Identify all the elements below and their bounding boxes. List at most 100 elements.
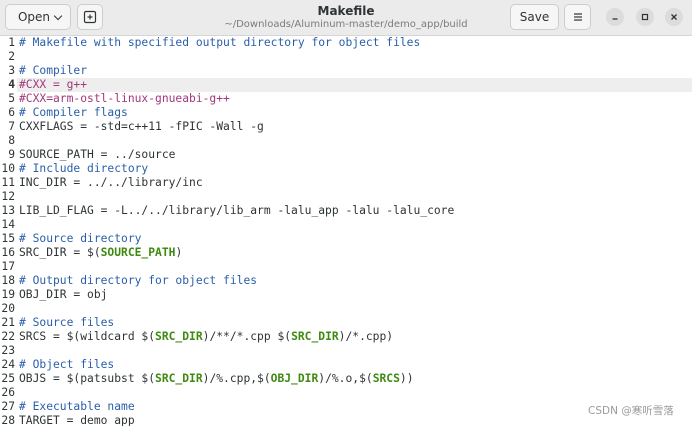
code-token: )/%.cpp,$( xyxy=(202,372,271,385)
save-button[interactable]: Save xyxy=(510,4,559,30)
code-line[interactable]: 11 INC_DIR = ../../library/inc xyxy=(0,176,692,190)
line-text: # Object files xyxy=(19,358,114,372)
line-number: 24 xyxy=(1,358,15,371)
line-text: # Compiler xyxy=(19,64,87,78)
comment-token: # Executable name xyxy=(19,400,135,413)
line-number: 19 xyxy=(1,288,15,301)
line-text: #CXX=arm-ostl-linux-gnueabi-g++ xyxy=(19,92,230,106)
code-editor[interactable]: 1 # Makefile with specified output direct… xyxy=(0,36,692,426)
variable-token: SRC_DIR xyxy=(155,372,203,385)
document-title: Makefile xyxy=(317,4,375,18)
code-line[interactable]: 1 # Makefile with specified output direct… xyxy=(0,36,692,50)
variable-token: SRC_DIR xyxy=(155,330,203,343)
code-token: )/*.cpp) xyxy=(338,330,394,343)
line-number: 22 xyxy=(1,330,15,343)
menu-button[interactable] xyxy=(564,4,591,30)
minimize-button[interactable] xyxy=(606,8,624,26)
code-line[interactable]: 7 CXXFLAGS = -std=c++11 -fPIC -Wall -g xyxy=(0,120,692,134)
line-text: # Executable name xyxy=(19,400,135,414)
code-token: CXXFLAGS = -std=c++11 -fPIC -Wall -g xyxy=(19,120,264,133)
code-token: ) xyxy=(175,246,183,259)
maximize-button[interactable] xyxy=(636,8,654,26)
line-number: 5 xyxy=(8,92,15,105)
code-token: SRCS = $(wildcard $( xyxy=(19,330,156,343)
line-number: 15 xyxy=(1,232,15,245)
line-number: 11 xyxy=(1,176,15,189)
code-token: LIB_LD_FLAG = -L../../library/lib_arm -l… xyxy=(19,204,455,217)
code-token: )/**/*.cpp $( xyxy=(202,330,292,343)
code-line[interactable]: 12 xyxy=(0,190,692,204)
line-text: # Output directory for object files xyxy=(19,274,257,288)
variable-token: OBJ_DIR xyxy=(270,372,319,385)
line-number: 26 xyxy=(1,386,15,399)
preprocessor-token: #CXX = g++ xyxy=(19,78,88,91)
code-line[interactable]: 5 #CXX=arm-ostl-linux-gnueabi-g++ xyxy=(0,92,692,106)
line-text: # Source files xyxy=(19,316,114,330)
code-line[interactable]: 20 xyxy=(0,302,692,316)
code-token: )/%.o,$( xyxy=(318,372,373,385)
code-line[interactable]: 2 xyxy=(0,50,692,64)
code-line[interactable]: 25 OBJS = $(patsubst $(SRC_DIR)/%.cpp,$(O… xyxy=(0,372,692,386)
code-line[interactable]: 8 xyxy=(0,134,692,148)
line-number: 16 xyxy=(1,246,15,259)
code-token: SRC_DIR = $( xyxy=(19,246,101,259)
line-text: OBJS = $(patsubst $(SRC_DIR)/%.cpp,$(OBJ… xyxy=(19,372,414,386)
line-text: TARGET = demo_app xyxy=(19,414,135,426)
code-line[interactable]: 9 SOURCE_PATH = ../source xyxy=(0,148,692,162)
line-number: 12 xyxy=(1,190,15,203)
line-text: # Include directory xyxy=(19,162,148,176)
line-number: 4 xyxy=(8,78,15,91)
line-number: 20 xyxy=(1,302,15,315)
line-text: LIB_LD_FLAG = -L../../library/lib_arm -l… xyxy=(19,204,454,218)
code-token: )) xyxy=(399,372,414,385)
code-line[interactable]: 10 # Include directory xyxy=(0,162,692,176)
line-text: CXXFLAGS = -std=c++11 -fPIC -Wall -g xyxy=(19,120,264,134)
line-number: 13 xyxy=(1,204,15,217)
code-token: OBJ_DIR = obj xyxy=(19,288,108,301)
variable-token: SRC_DIR xyxy=(291,330,339,343)
open-button-label: Open xyxy=(17,10,51,24)
preprocessor-token: #CXX=arm-ostl-linux-gnueabi-g++ xyxy=(19,92,230,105)
line-number: 27 xyxy=(1,400,15,413)
line-number: 18 xyxy=(1,274,15,287)
line-text: #CXX = g++ xyxy=(19,78,87,92)
line-number: 3 xyxy=(8,64,15,77)
code-line[interactable]: 14 xyxy=(0,218,692,232)
open-button[interactable]: Open xyxy=(5,4,71,30)
code-line[interactable]: 19 OBJ_DIR = obj xyxy=(0,288,692,302)
window-title: Makefile ~/Downloads/Aluminum-master/dem… xyxy=(200,4,492,31)
comment-token: # Output directory for object files xyxy=(19,274,258,287)
close-button[interactable] xyxy=(665,8,683,26)
code-line[interactable]: 22 SRCS = $(wildcard $(SRC_DIR)/**/*.cpp … xyxy=(0,330,692,344)
code-line[interactable]: 26 xyxy=(0,386,692,400)
code-line[interactable]: 24 # Object files xyxy=(0,358,692,372)
code-line[interactable]: 16 SRC_DIR = $(SOURCE_PATH) xyxy=(0,246,692,260)
code-line[interactable]: 6 # Compiler flags xyxy=(0,106,692,120)
code-line[interactable]: 3 # Compiler xyxy=(0,64,692,78)
code-line[interactable]: 17 xyxy=(0,260,692,274)
code-line[interactable]: 13 LIB_LD_FLAG = -L../../library/lib_arm … xyxy=(0,204,692,218)
code-token: OBJS = $(patsubst $( xyxy=(19,372,156,385)
hamburger-menu-icon xyxy=(573,13,582,21)
line-text: SRC_DIR = $(SOURCE_PATH) xyxy=(19,246,182,260)
code-line[interactable]: 15 # Source directory xyxy=(0,232,692,246)
line-number: 21 xyxy=(1,316,15,329)
line-number: 2 xyxy=(8,50,15,63)
line-text: # Makefile with specified output directo… xyxy=(19,36,420,50)
line-number: 9 xyxy=(8,148,15,161)
code-line[interactable]: 23 xyxy=(0,344,692,358)
comment-token: # Object files xyxy=(19,358,115,371)
chevron-down-icon xyxy=(53,11,63,21)
line-text: OBJ_DIR = obj xyxy=(19,288,107,302)
variable-token: SRCS xyxy=(372,372,400,385)
line-number: 7 xyxy=(8,120,15,133)
code-line[interactable]: 18 # Output directory for object files xyxy=(0,274,692,288)
variable-token: SOURCE_PATH xyxy=(100,246,176,259)
watermark: CSDN @寒听雪落 xyxy=(588,405,674,417)
comment-token: # Makefile with specified output directo… xyxy=(19,36,421,49)
new-tab-button[interactable] xyxy=(77,4,103,30)
line-text: # Compiler flags xyxy=(19,106,128,120)
code-token: SOURCE_PATH = ../source xyxy=(19,148,176,161)
code-line[interactable]: 21 # Source files xyxy=(0,316,692,330)
code-line[interactable]: 4 #CXX = g++ xyxy=(0,78,692,92)
